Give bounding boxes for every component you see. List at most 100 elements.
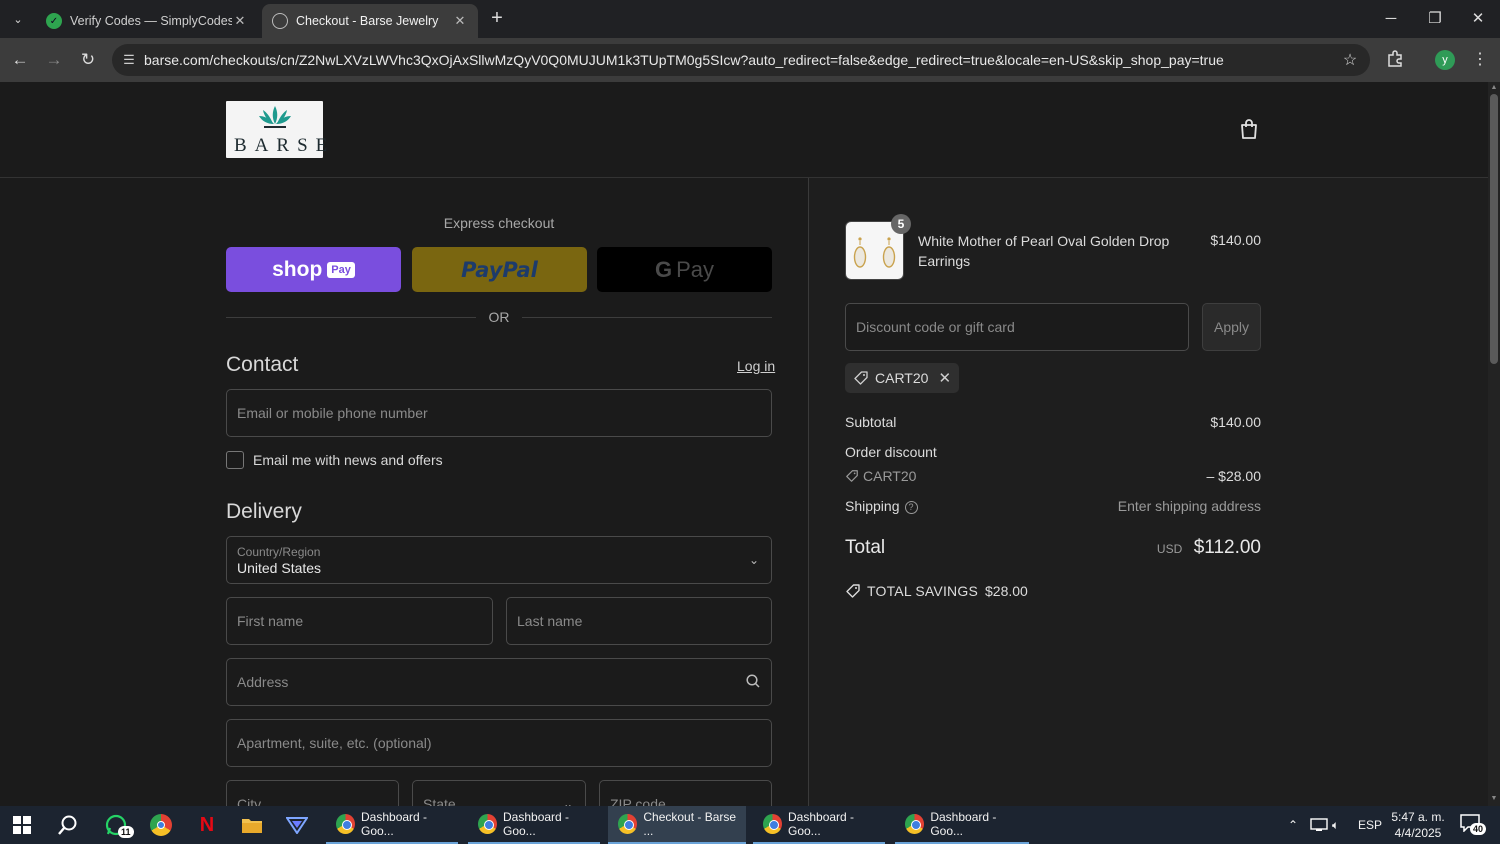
address-bar[interactable]: ☰ barse.com/checkouts/cn/Z2NwLXVzLWVhc3Q…	[112, 44, 1370, 76]
country-value: United States	[237, 560, 322, 576]
discount-value: – $28.00	[1206, 468, 1262, 484]
delivery-heading: Delivery	[226, 500, 302, 523]
taskbar-app-label: Dashboard - Goo...	[930, 810, 997, 838]
notification-center-icon[interactable]: 40	[1460, 814, 1487, 836]
apply-button[interactable]: Apply	[1202, 303, 1261, 351]
vpn-app-icon[interactable]	[283, 812, 311, 838]
shipping-value: Enter shipping address	[1117, 498, 1261, 514]
windows-taskbar: 11 N Dashboard - Goo... Dashboard - Goo.…	[0, 806, 1500, 844]
email-field[interactable]: Email or mobile phone number	[226, 389, 772, 437]
currency-code: USD	[1156, 542, 1183, 556]
clock-date: 4/4/2025	[1394, 826, 1442, 840]
new-tab-button[interactable]: +	[486, 8, 508, 30]
restore-button[interactable]: ❐	[1414, 6, 1456, 32]
address-field[interactable]: Address	[226, 658, 772, 706]
netflix-icon[interactable]: N	[193, 812, 221, 838]
scroll-up-icon[interactable]: ▲	[1490, 84, 1498, 92]
system-clock[interactable]: 5:47 a. m. 4/4/2025	[1388, 809, 1448, 841]
paypal-button[interactable]: PayPal	[412, 247, 587, 292]
tab-search-button[interactable]: ⌄	[6, 7, 30, 31]
show-hidden-icons[interactable]: ⌃	[1288, 806, 1298, 844]
total-value: $112.00	[1193, 537, 1261, 558]
first-name-field[interactable]: First name	[226, 597, 493, 645]
volume-icon[interactable]: 🔈︎	[1332, 806, 1339, 844]
chrome-icon	[905, 814, 925, 834]
page-scrollbar[interactable]: ▲ ▼	[1488, 82, 1500, 806]
taskbar-app-checkout[interactable]: Checkout - Barse ...	[608, 806, 746, 844]
news-offers-label[interactable]: Email me with news and offers	[253, 452, 443, 468]
email-placeholder: Email or mobile phone number	[237, 405, 428, 421]
close-window-button[interactable]: ✕	[1457, 6, 1499, 32]
url-text[interactable]: barse.com/checkouts/cn/Z2NwLXVzLWVhc3QxO…	[144, 52, 1330, 68]
shipping-label: Shipping	[845, 498, 900, 514]
order-discount-label: Order discount	[845, 444, 937, 460]
remove-discount-icon[interactable]: ✕	[938, 369, 951, 387]
search-icon	[746, 674, 760, 688]
taskbar-app-dashboard-2[interactable]: Dashboard - Goo...	[468, 806, 600, 844]
shop-pay-button[interactable]: shop Pay	[226, 247, 401, 292]
bookmark-star-icon[interactable]: ☆	[1330, 50, 1370, 70]
barse-logo[interactable]: BARSE	[226, 101, 327, 158]
forward-button[interactable]: →	[40, 46, 68, 74]
savings-label: TOTAL SAVINGS	[867, 583, 978, 599]
tab-simplycodes[interactable]: ✓ Verify Codes — SimplyCodes ✕	[36, 4, 258, 38]
browser-tab-strip: ⌄ ✓ Verify Codes — SimplyCodes ✕ Checkou…	[0, 0, 1500, 38]
site-info-icon[interactable]: ☰	[114, 52, 144, 68]
applied-discount-chip: CART20 ✕	[845, 363, 960, 393]
shipping-row: Shipping? Enter shipping address	[845, 498, 1261, 514]
shopping-bag-icon[interactable]	[1239, 118, 1259, 140]
extensions-puzzle-icon[interactable]	[1384, 50, 1406, 72]
network-icon[interactable]	[1310, 806, 1328, 844]
scroll-down-icon[interactable]: ▼	[1490, 795, 1498, 803]
whatsapp-badge: 11	[118, 826, 134, 838]
discount-placeholder: Discount code or gift card	[856, 319, 1015, 335]
simplycodes-favicon-icon: ✓	[46, 13, 62, 29]
zip-field[interactable]: ZIP code	[599, 780, 772, 806]
savings-value: $28.00	[985, 583, 1028, 599]
language-indicator[interactable]: ESP	[1358, 806, 1382, 844]
city-field[interactable]: City	[226, 780, 399, 806]
scrollbar-thumb[interactable]	[1490, 94, 1498, 364]
discount-code-field[interactable]: Discount code or gift card	[845, 303, 1189, 351]
tab-title: Verify Codes — SimplyCodes	[70, 14, 232, 28]
help-circle-icon[interactable]: ?	[904, 501, 918, 514]
browser-menu-icon[interactable]: ⋮	[1470, 49, 1490, 71]
close-tab-icon[interactable]: ✕	[232, 13, 248, 29]
globe-favicon-icon	[272, 13, 288, 29]
apartment-field[interactable]: Apartment, suite, etc. (optional)	[226, 719, 772, 767]
close-tab-icon[interactable]: ✕	[452, 13, 468, 29]
taskbar-app-dashboard-1[interactable]: Dashboard - Goo...	[326, 806, 458, 844]
column-divider	[808, 178, 809, 806]
taskbar-app-label: Dashboard - Goo...	[503, 810, 570, 838]
file-explorer-icon[interactable]	[238, 812, 266, 838]
tag-icon	[854, 371, 868, 385]
start-windows-icon[interactable]	[8, 812, 36, 838]
paypal-label: PayPal	[461, 257, 538, 282]
subtotal-label: Subtotal	[845, 414, 897, 430]
last-name-field[interactable]: Last name	[506, 597, 772, 645]
log-in-link[interactable]: Log in	[737, 358, 775, 374]
tab-checkout[interactable]: Checkout - Barse Jewelry ✕	[262, 4, 478, 38]
chrome-icon[interactable]	[147, 812, 175, 838]
country-select[interactable]: Country/Region United States ⌄	[226, 536, 772, 584]
apartment-placeholder: Apartment, suite, etc. (optional)	[237, 735, 432, 751]
search-icon[interactable]	[54, 812, 82, 838]
total-label: Total	[845, 537, 886, 558]
reload-button[interactable]: ↻	[74, 46, 102, 74]
whatsapp-icon[interactable]: 11	[102, 812, 134, 838]
country-label: Country/Region	[237, 545, 321, 559]
order-summary-panel	[809, 178, 1488, 806]
minimize-button[interactable]: ─	[1370, 6, 1412, 32]
news-offers-checkbox[interactable]	[226, 451, 244, 469]
address-placeholder: Address	[237, 674, 289, 690]
google-pay-button[interactable]: G Pay	[597, 247, 772, 292]
taskbar-app-label: Dashboard - Goo...	[361, 810, 428, 838]
discount-code-label: CART20	[863, 468, 917, 484]
state-select[interactable]: State ⌄	[412, 780, 586, 806]
shop-pay-badge: Pay	[327, 261, 355, 278]
taskbar-app-dashboard-4[interactable]: Dashboard - Goo...	[895, 806, 1029, 844]
taskbar-app-dashboard-3[interactable]: Dashboard - Goo...	[753, 806, 885, 844]
profile-avatar[interactable]: y	[1435, 50, 1455, 70]
back-button[interactable]: ←	[6, 46, 34, 74]
browser-toolbar: ← → ↻ ☰ barse.com/checkouts/cn/Z2NwLXVzL…	[0, 38, 1500, 82]
